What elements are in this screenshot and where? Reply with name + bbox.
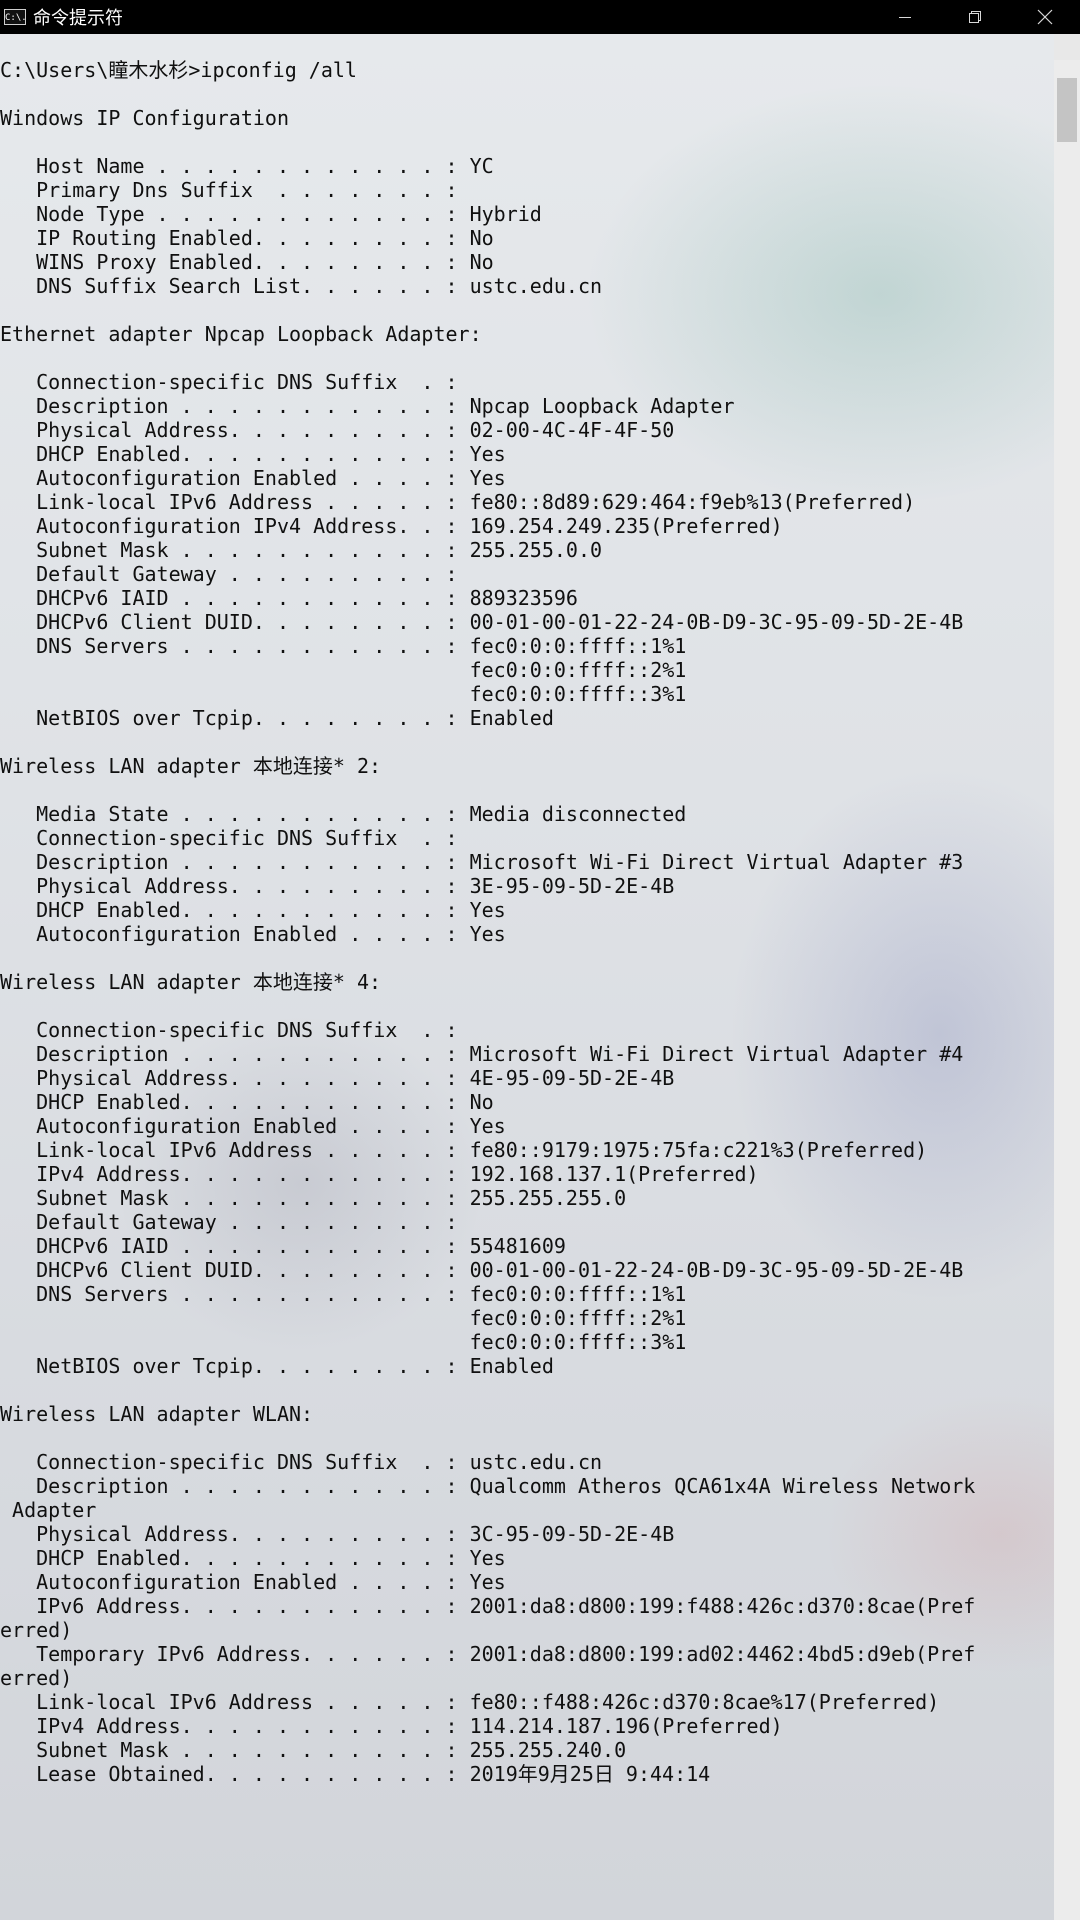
close-button[interactable] bbox=[1010, 0, 1080, 34]
console-line: Description . . . . . . . . . . . : Qual… bbox=[0, 1474, 976, 1498]
console-line: IPv4 Address. . . . . . . . . . . : 192.… bbox=[0, 1162, 759, 1186]
console-line: Lease Obtained. . . . . . . . . . : 2019… bbox=[0, 1762, 711, 1786]
console-line: Connection-specific DNS Suffix . : bbox=[0, 1018, 458, 1042]
window-controls bbox=[870, 0, 1080, 34]
restore-icon bbox=[969, 11, 981, 23]
console-line: DHCPv6 IAID . . . . . . . . . . . : 5548… bbox=[0, 1234, 566, 1258]
console-line: Wireless LAN adapter 本地连接* 2: bbox=[0, 754, 382, 778]
console-line: Link-local IPv6 Address . . . . . : fe80… bbox=[0, 1138, 928, 1162]
vertical-scrollbar[interactable] bbox=[1054, 34, 1080, 1920]
console-line: Subnet Mask . . . . . . . . . . . : 255.… bbox=[0, 1738, 627, 1762]
console-line: Physical Address. . . . . . . . . : 4E-9… bbox=[0, 1066, 675, 1090]
console-line: Link-local IPv6 Address . . . . . : fe80… bbox=[0, 490, 916, 514]
console-line: erred) bbox=[0, 1618, 73, 1642]
console-line: DHCPv6 Client DUID. . . . . . . . : 00-0… bbox=[0, 1258, 964, 1282]
scroll-thumb[interactable] bbox=[1057, 78, 1077, 142]
minimize-icon bbox=[899, 17, 911, 18]
console-line: erred) bbox=[0, 1666, 73, 1690]
console-line: Link-local IPv6 Address . . . . . : fe80… bbox=[0, 1690, 940, 1714]
console-line: DHCPv6 IAID . . . . . . . . . . . : 8893… bbox=[0, 586, 578, 610]
console-line: Wireless LAN adapter 本地连接* 4: bbox=[0, 970, 382, 994]
cmd-icon: C:\. bbox=[4, 9, 27, 25]
console-line: Windows IP Configuration bbox=[0, 106, 289, 130]
console-line: IPv4 Address. . . . . . . . . . . : 114.… bbox=[0, 1714, 783, 1738]
console-line: DHCP Enabled. . . . . . . . . . . : Yes bbox=[0, 442, 506, 466]
console-line: Description . . . . . . . . . . . : Micr… bbox=[0, 1042, 964, 1066]
console-line: DNS Servers . . . . . . . . . . . : fec0… bbox=[0, 634, 687, 658]
console-line: Node Type . . . . . . . . . . . . : Hybr… bbox=[0, 202, 542, 226]
window-title: 命令提示符 bbox=[33, 8, 123, 29]
title-bar[interactable]: C:\. 命令提示符 bbox=[0, 0, 1080, 34]
console-line: Host Name . . . . . . . . . . . . : YC bbox=[0, 154, 494, 178]
console-line: fec0:0:0:ffff::3%1 bbox=[0, 1330, 687, 1354]
minimize-button[interactable] bbox=[870, 0, 940, 34]
console-line: Adapter bbox=[0, 1498, 97, 1522]
close-icon bbox=[1037, 9, 1053, 25]
console-line: Physical Address. . . . . . . . . : 3E-9… bbox=[0, 874, 675, 898]
console-line: Physical Address. . . . . . . . . : 02-0… bbox=[0, 418, 675, 442]
console-line: Autoconfiguration Enabled . . . . : Yes bbox=[0, 922, 506, 946]
console-line: Ethernet adapter Npcap Loopback Adapter: bbox=[0, 322, 482, 346]
console-line: DNS Suffix Search List. . . . . . : ustc… bbox=[0, 274, 603, 298]
console-line: Temporary IPv6 Address. . . . . . : 2001… bbox=[0, 1642, 976, 1666]
console-line: Connection-specific DNS Suffix . : bbox=[0, 370, 458, 394]
console-text: C:\Users\瞳木水杉>ipconfig /all Windows IP Co… bbox=[0, 34, 975, 1786]
console-line: Autoconfiguration Enabled . . . . : Yes bbox=[0, 1570, 506, 1594]
console-line: fec0:0:0:ffff::2%1 bbox=[0, 658, 687, 682]
console-line: IPv6 Address. . . . . . . . . . . : 2001… bbox=[0, 1594, 976, 1618]
console-line: WINS Proxy Enabled. . . . . . . . : No bbox=[0, 250, 494, 274]
console-line: DNS Servers . . . . . . . . . . . : fec0… bbox=[0, 1282, 687, 1306]
console-line: Default Gateway . . . . . . . . . : bbox=[0, 562, 458, 586]
console-line: Connection-specific DNS Suffix . : bbox=[0, 826, 458, 850]
console-line: NetBIOS over Tcpip. . . . . . . . : Enab… bbox=[0, 1354, 554, 1378]
console-line: DHCPv6 Client DUID. . . . . . . . : 00-0… bbox=[0, 610, 964, 634]
console-line: Connection-specific DNS Suffix . : ustc.… bbox=[0, 1450, 603, 1474]
console-line: DHCP Enabled. . . . . . . . . . . : Yes bbox=[0, 1546, 506, 1570]
console-line: NetBIOS over Tcpip. . . . . . . . : Enab… bbox=[0, 706, 554, 730]
console-line: Description . . . . . . . . . . . : Micr… bbox=[0, 850, 964, 874]
console-line: Autoconfiguration Enabled . . . . : Yes bbox=[0, 1114, 506, 1138]
console-line: Autoconfiguration Enabled . . . . : Yes bbox=[0, 466, 506, 490]
console-line: IP Routing Enabled. . . . . . . . : No bbox=[0, 226, 494, 250]
console-line: DHCP Enabled. . . . . . . . . . . : No bbox=[0, 1090, 494, 1114]
console-line: Wireless LAN adapter WLAN: bbox=[0, 1402, 314, 1426]
console-line: fec0:0:0:ffff::3%1 bbox=[0, 682, 687, 706]
console-line: fec0:0:0:ffff::2%1 bbox=[0, 1306, 687, 1330]
console-line: Subnet Mask . . . . . . . . . . . : 255.… bbox=[0, 538, 603, 562]
console-line: Default Gateway . . . . . . . . . : bbox=[0, 1210, 458, 1234]
console-line: Autoconfiguration IPv4 Address. . : 169.… bbox=[0, 514, 783, 538]
console-line: C:\Users\瞳木水杉>ipconfig /all bbox=[0, 58, 357, 82]
console-line: Description . . . . . . . . . . . : Npca… bbox=[0, 394, 735, 418]
console-output-area[interactable]: C:\Users\瞳木水杉>ipconfig /all Windows IP Co… bbox=[0, 34, 1054, 1920]
console-line: Subnet Mask . . . . . . . . . . . : 255.… bbox=[0, 1186, 627, 1210]
console-line: Media State . . . . . . . . . . . : Medi… bbox=[0, 802, 687, 826]
console-line: DHCP Enabled. . . . . . . . . . . : Yes bbox=[0, 898, 506, 922]
scroll-up-button[interactable] bbox=[1054, 34, 1080, 60]
console-line: Physical Address. . . . . . . . . : 3C-9… bbox=[0, 1522, 675, 1546]
restore-button[interactable] bbox=[940, 0, 1010, 34]
console-line: Primary Dns Suffix . . . . . . . : bbox=[0, 178, 458, 202]
